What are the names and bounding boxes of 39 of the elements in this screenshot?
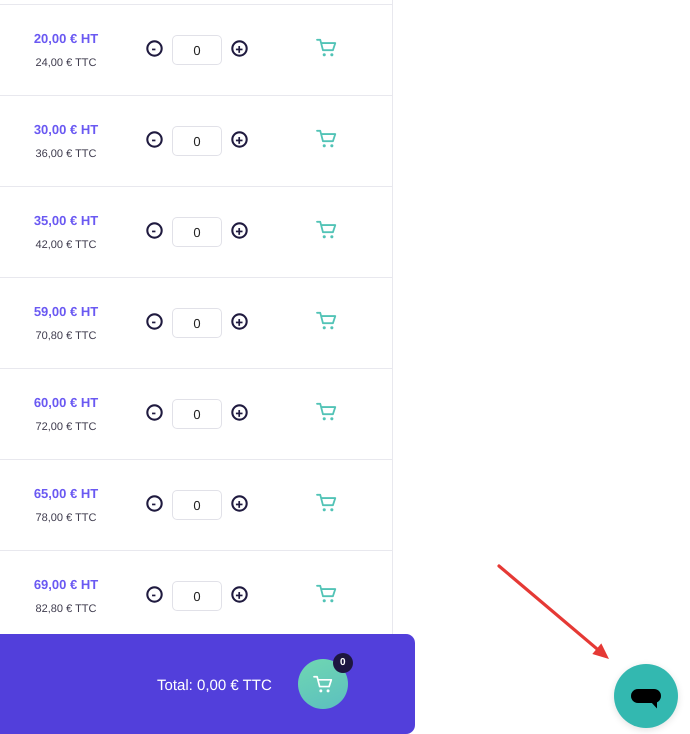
minus-icon[interactable] xyxy=(146,222,163,239)
plus-icon[interactable] xyxy=(231,313,248,330)
plus-icon[interactable] xyxy=(231,131,248,148)
quantity-field[interactable]: 0 xyxy=(172,126,222,156)
price-incl-tax: 70,80 € TTC xyxy=(36,330,96,342)
price-incl-tax: 36,00 € TTC xyxy=(36,148,96,160)
quantity-field[interactable]: 0 xyxy=(172,217,222,247)
cart-total: Total: 0,00 € TTC xyxy=(157,676,272,694)
price-excl-tax: 65,00 € HT xyxy=(34,486,98,501)
minus-icon[interactable] xyxy=(146,495,163,512)
minus-icon[interactable] xyxy=(146,131,163,148)
minus-icon[interactable] xyxy=(146,404,163,421)
plus-icon[interactable] xyxy=(231,40,248,57)
minus-icon[interactable] xyxy=(146,313,163,330)
price-incl-tax: 42,00 € TTC xyxy=(36,239,96,251)
quantity-field[interactable]: 0 xyxy=(172,35,222,65)
price-excl-tax: 20,00 € HT xyxy=(34,31,98,46)
cart-count-badge: 0 xyxy=(332,653,353,673)
price-excl-tax: 35,00 € HT xyxy=(34,213,98,228)
price-incl-tax: 24,00 € TTC xyxy=(36,57,96,69)
minus-icon[interactable] xyxy=(146,586,163,603)
minus-icon[interactable] xyxy=(146,40,163,57)
quantity-field[interactable]: 0 xyxy=(172,308,222,338)
plus-icon[interactable] xyxy=(231,586,248,603)
price-excl-tax: 30,00 € HT xyxy=(34,122,98,137)
price-incl-tax: 82,80 € TTC xyxy=(36,603,96,615)
chat-bubble-icon xyxy=(631,688,661,708)
plus-icon[interactable] xyxy=(231,222,248,239)
price-incl-tax: 72,00 € TTC xyxy=(36,421,96,433)
quantity-field[interactable]: 0 xyxy=(172,399,222,429)
price-excl-tax: 60,00 € HT xyxy=(34,395,98,410)
plus-icon[interactable] xyxy=(231,404,248,421)
plus-icon[interactable] xyxy=(231,495,248,512)
price-incl-tax: 78,00 € TTC xyxy=(36,512,96,524)
quantity-field[interactable]: 0 xyxy=(172,581,222,611)
cart-icon xyxy=(312,675,333,693)
price-excl-tax: 59,00 € HT xyxy=(34,304,98,319)
quantity-field[interactable]: 0 xyxy=(172,490,222,520)
price-excl-tax: 69,00 € HT xyxy=(34,577,98,592)
